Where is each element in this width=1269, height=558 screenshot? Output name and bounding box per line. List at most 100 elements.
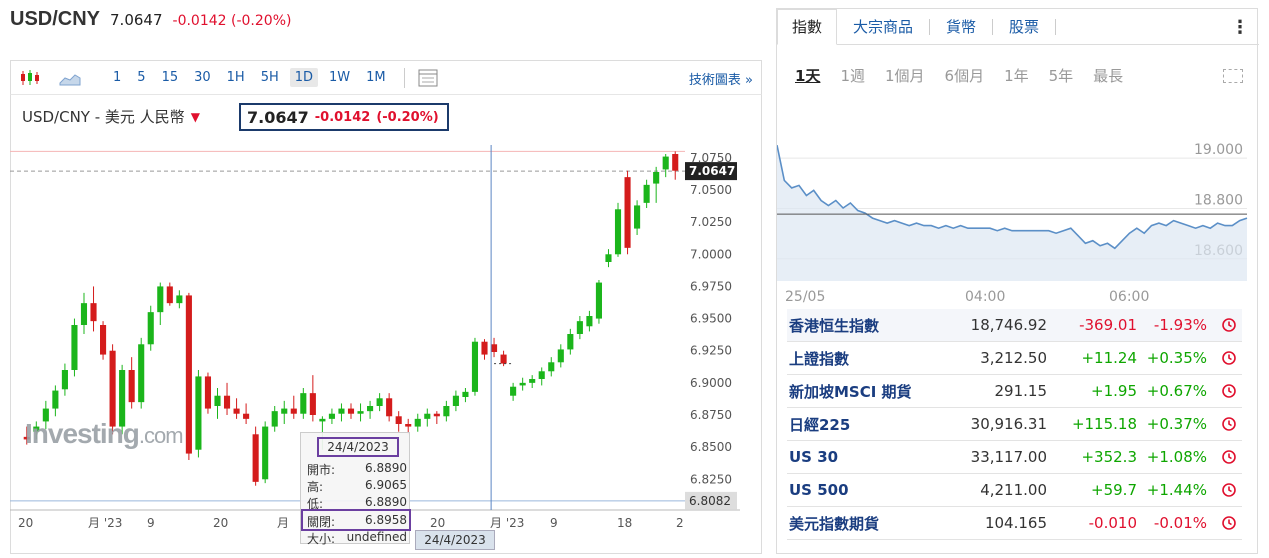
candle-body — [510, 386, 517, 396]
period-1m[interactable]: 1M — [361, 68, 391, 87]
mini-line-chart: 19.00018.80018.60025/0504:0006:00 — [777, 142, 1248, 305]
period-1w[interactable]: 1W — [324, 68, 355, 87]
period-1d[interactable]: 1D — [289, 68, 319, 87]
candle-body — [386, 398, 393, 417]
index-change: +352.3 — [1081, 448, 1137, 466]
tab-currencies[interactable]: 貨幣 — [930, 18, 994, 35]
candle-body — [576, 321, 583, 334]
candle-body — [309, 393, 316, 415]
candle-body — [672, 154, 679, 171]
period-1h[interactable]: 1H — [222, 68, 250, 87]
y-tick-label: 7.0000 — [690, 247, 732, 261]
area-chart-icon[interactable] — [57, 65, 83, 91]
candle-body — [195, 376, 202, 450]
more-options-icon[interactable]: ⋮ — [1231, 17, 1249, 38]
candle-body — [281, 408, 288, 414]
candle-body — [262, 426, 269, 480]
x-tick-label: 9 — [550, 516, 558, 530]
candle-body — [223, 395, 231, 409]
chart-price: 7.0647 — [247, 107, 309, 127]
x-tick-label: 20 — [213, 516, 228, 530]
x-tick-label: 20 — [430, 516, 445, 530]
y-tick-label: 6.9750 — [690, 279, 732, 293]
toolbar-divider — [403, 67, 405, 88]
table-row[interactable]: US 30 33,117.00 +352.3 +1.08% — [787, 441, 1242, 474]
mini-period-5y[interactable]: 5年 — [1049, 65, 1074, 86]
clock-icon — [1207, 482, 1237, 498]
index-change-pct: -0.01% — [1153, 514, 1207, 532]
candle-body — [567, 334, 574, 350]
candle-body — [166, 286, 173, 304]
candle-body — [90, 303, 97, 322]
table-row[interactable]: 上證指數 3,212.50 +11.24 +0.35% — [787, 342, 1242, 375]
period-5h[interactable]: 5H — [256, 68, 284, 87]
candle-body — [634, 205, 641, 229]
candle-body — [71, 325, 78, 370]
index-last: 291.15 — [994, 382, 1048, 400]
tab-indices[interactable]: 指數 — [777, 9, 838, 45]
tooltip-open: 開市: 6.8890 — [307, 461, 407, 477]
index-name[interactable]: 香港恒生指數 — [787, 315, 952, 336]
table-row[interactable]: 新加坡MSCI 期貨 291.15 +1.95 +0.67% — [787, 375, 1242, 408]
y-tick-label: 6.9500 — [690, 312, 732, 326]
index-name[interactable]: 上證指數 — [787, 348, 952, 369]
index-name[interactable]: US 30 — [787, 448, 952, 466]
candle-body — [271, 411, 278, 427]
candle-body — [52, 390, 59, 409]
candlestick-icon[interactable] — [17, 65, 43, 91]
table-row[interactable]: 香港恒生指數 18,746.92 -369.01 -1.93% — [787, 309, 1242, 342]
candle-body — [462, 391, 469, 397]
mini-period-1w[interactable]: 1週 — [840, 65, 865, 86]
index-change-pct: +0.35% — [1146, 349, 1207, 367]
chart-title: USD/CNY - 美元 人民幣 ▼ — [22, 108, 200, 126]
mini-period-1m[interactable]: 1個月 — [885, 65, 925, 86]
mini-period-6m[interactable]: 6個月 — [945, 65, 985, 86]
index-change-pct: +1.08% — [1146, 448, 1207, 466]
x-tick-label: 9 — [147, 516, 155, 530]
candle-body — [100, 325, 107, 355]
candle-body — [557, 349, 564, 363]
index-name[interactable]: 新加坡MSCI 期貨 — [787, 381, 952, 402]
clock-icon — [1207, 383, 1237, 399]
candle-body — [138, 344, 145, 403]
period-5[interactable]: 5 — [132, 68, 150, 87]
tab-stocks[interactable]: 股票 — [993, 18, 1057, 35]
expand-icon[interactable] — [1223, 69, 1243, 83]
mini-period-1y[interactable]: 1年 — [1004, 65, 1029, 86]
period-15[interactable]: 15 — [157, 68, 184, 87]
period-1[interactable]: 1 — [108, 68, 126, 87]
table-row[interactable]: 日經225 30,916.31 +115.18 +0.37% — [787, 408, 1242, 441]
technical-chart-link[interactable]: 技術圖表 » — [689, 69, 753, 88]
x-tick-label: 月 — [277, 516, 289, 530]
tab-commodities[interactable]: 大宗商品 — [837, 18, 931, 35]
mini-period-max[interactable]: 最長 — [1093, 65, 1123, 86]
candle-body — [481, 341, 488, 355]
candle-body — [157, 286, 164, 313]
index-name[interactable]: US 500 — [787, 481, 952, 499]
y-tick-label: 6.9250 — [690, 344, 732, 358]
chart-toolbar: 1 5 15 30 1H 5H 1D 1W 1M 技術圖表 » — [10, 60, 762, 94]
table-row[interactable]: US 500 4,211.00 +59.7 +1.44% — [787, 474, 1242, 507]
index-change: -0.010 — [1088, 514, 1137, 532]
candle-body — [605, 254, 612, 262]
index-change: +59.7 — [1091, 481, 1137, 499]
candle-body — [338, 408, 345, 414]
x-tick-label: 18 — [617, 516, 632, 530]
candle-body — [662, 156, 669, 170]
mini-period-1d[interactable]: 1天 — [795, 65, 820, 86]
index-last: 30,916.31 — [970, 415, 1047, 433]
candle-body — [80, 303, 88, 325]
index-last: 33,117.00 — [970, 448, 1047, 466]
candle-body — [490, 344, 498, 352]
index-name[interactable]: 日經225 — [787, 414, 952, 435]
index-change: +115.18 — [1071, 415, 1137, 433]
index-name[interactable]: 美元指數期貨 — [787, 513, 952, 534]
candle-body — [595, 282, 602, 319]
candle-body — [376, 398, 383, 406]
candle-body — [328, 413, 335, 419]
candle-body — [214, 395, 221, 406]
table-view-icon[interactable] — [415, 65, 441, 91]
table-row[interactable]: 美元指數期貨 104.165 -0.010 -0.01% — [787, 507, 1242, 540]
candle-body — [614, 209, 622, 255]
period-30[interactable]: 30 — [189, 68, 216, 87]
